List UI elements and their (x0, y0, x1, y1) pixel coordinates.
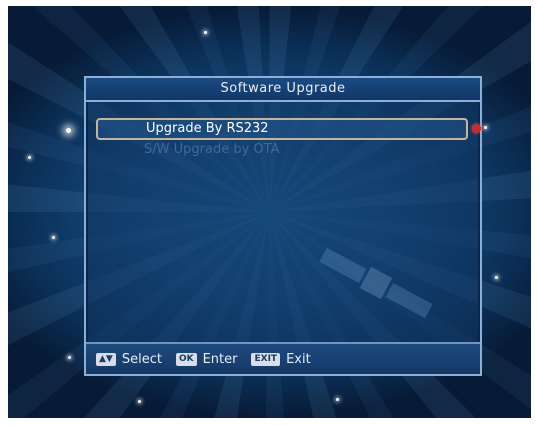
exit-key-icon: EXIT (251, 352, 281, 366)
star-icon (68, 356, 71, 359)
ok-key-icon: OK (175, 352, 197, 366)
menu-item-label: Upgrade By RS232 (146, 121, 269, 136)
star-icon (52, 236, 55, 239)
menu-item-label: S/W Upgrade by OTA (144, 142, 280, 157)
dialog-title: Software Upgrade (86, 78, 480, 102)
tv-screen: Software Upgrade Upgrade By RS232 S/W Up… (8, 6, 531, 418)
satellite-icon (319, 247, 433, 319)
enter-hint: Enter (202, 351, 238, 367)
menu-item-sw-upgrade-ota[interactable]: S/W Upgrade by OTA (96, 140, 468, 160)
selection-marker-icon (472, 124, 481, 133)
arrow-keys-icon: ▲▼ (96, 352, 116, 366)
star-icon (495, 276, 498, 279)
key-hint-bar: ▲▼ Select OK Enter EXIT Exit (86, 342, 480, 374)
select-hint: Select (121, 351, 162, 367)
upgrade-menu: Upgrade By RS232 S/W Upgrade by OTA (96, 118, 481, 160)
star-icon (138, 400, 141, 403)
star-icon (204, 31, 207, 34)
star-icon (484, 126, 487, 129)
exit-hint: Exit (286, 351, 311, 367)
menu-item-upgrade-rs232[interactable]: Upgrade By RS232 (96, 118, 481, 140)
star-icon (66, 128, 71, 133)
star-icon (336, 398, 339, 401)
star-icon (28, 156, 31, 159)
software-upgrade-dialog: Software Upgrade Upgrade By RS232 S/W Up… (84, 76, 482, 376)
